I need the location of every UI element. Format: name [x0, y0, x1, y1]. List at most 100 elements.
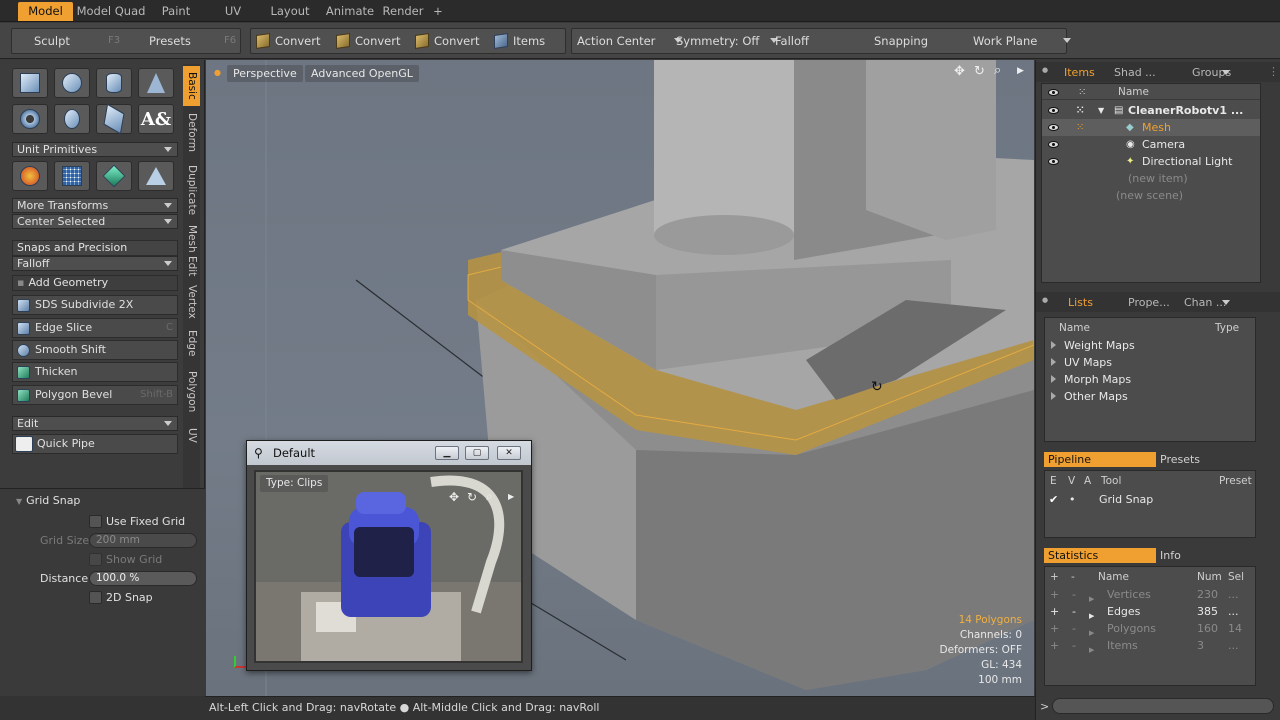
clip-more-icon[interactable]: ▶: [508, 492, 514, 501]
add-tab-button[interactable]: +: [430, 2, 446, 21]
pan-icon[interactable]: ✥: [954, 64, 965, 79]
vtab-polygon[interactable]: Polygon: [183, 364, 200, 420]
stats-row-items[interactable]: + - ▶ Items 3 ...: [1045, 637, 1255, 654]
distance-field[interactable]: 100.0 %: [89, 571, 197, 586]
new-scene-row[interactable]: (new scene): [1116, 187, 1183, 204]
falloff-dropdown[interactable]: Falloff: [12, 256, 178, 271]
pipeline-tool-grid-snap[interactable]: Grid Snap: [1099, 491, 1153, 508]
maximize-button[interactable]: ▢: [465, 446, 489, 460]
reference-clip-window[interactable]: ⚲ Default ▁ ▢ ✕ Type: Clips ✥ ↻ ⌕ ▶: [246, 440, 532, 671]
snaps-precision-header[interactable]: Snaps and Precision: [12, 240, 178, 256]
vtab-vertex[interactable]: Vertex: [183, 282, 200, 322]
viewport-more-icon[interactable]: ▶: [1017, 66, 1024, 76]
close-button[interactable]: ✕: [497, 446, 521, 460]
vtab-duplicate[interactable]: Duplicate: [183, 160, 200, 220]
torus-primitive-button[interactable]: [12, 104, 48, 134]
vtab-edge[interactable]: Edge: [183, 326, 200, 360]
tab-items[interactable]: Items: [1056, 64, 1103, 81]
tab-statistics[interactable]: Statistics: [1044, 548, 1156, 563]
vtab-basic[interactable]: Basic: [183, 66, 200, 106]
2d-snap-checkbox[interactable]: [89, 591, 102, 604]
tab-groups[interactable]: Groups: [1184, 64, 1239, 81]
show-grid-checkbox[interactable]: [89, 553, 102, 566]
pipeline-visible-dot[interactable]: •: [1069, 491, 1076, 508]
uv-maps-row[interactable]: UV Maps: [1051, 354, 1112, 371]
tab-shader-tree[interactable]: Shad ...: [1106, 64, 1164, 81]
capsule-primitive-button[interactable]: [54, 104, 90, 134]
tab-uv[interactable]: UV: [212, 2, 254, 21]
clip-rotate-icon[interactable]: ↻: [467, 490, 477, 504]
zoom-icon[interactable]: ⌕: [994, 63, 1001, 78]
convert-button-2[interactable]: Convert: [336, 28, 400, 54]
vtab-uv[interactable]: UV: [183, 422, 200, 448]
tab-render[interactable]: Render: [380, 2, 426, 21]
edit-dropdown[interactable]: Edit: [12, 416, 178, 431]
use-fixed-grid-checkbox[interactable]: [89, 515, 102, 528]
tab-animate[interactable]: Animate: [322, 2, 378, 21]
tab-paint[interactable]: Paint: [152, 2, 200, 21]
scene-row[interactable]: ⁙ ▼ ▤ CleanerRobotv1 ...: [1042, 102, 1260, 119]
edge-slice-button[interactable]: Edge Slice C: [12, 318, 178, 338]
tab-layout[interactable]: Layout: [262, 2, 318, 21]
tab-dropdown-icon[interactable]: [1222, 67, 1230, 80]
tab-dropdown-icon[interactable]: [1222, 297, 1230, 310]
snapping-button[interactable]: Snapping: [874, 28, 928, 54]
sds-subdivide-button[interactable]: SDS Subdivide 2X: [12, 295, 178, 315]
command-input[interactable]: [1052, 698, 1274, 714]
polygon-bevel-button[interactable]: Polygon Bevel Shift-B: [12, 385, 178, 405]
add-geometry-header[interactable]: ▪ Add Geometry: [12, 275, 178, 291]
perspective-dropdown[interactable]: Perspective: [227, 65, 303, 82]
grid-button[interactable]: [54, 161, 90, 191]
tab-model[interactable]: Model: [18, 2, 73, 21]
sculpt-button[interactable]: Sculpt: [34, 28, 70, 54]
convert-button-3[interactable]: Convert: [415, 28, 479, 54]
clip-type-label[interactable]: Type: Clips: [260, 475, 329, 492]
tab-presets[interactable]: Presets: [1156, 452, 1256, 467]
vtab-mesh-edit[interactable]: Mesh Edit: [183, 222, 200, 280]
light-row[interactable]: ✦ Directional Light: [1042, 153, 1260, 170]
expand-arrow-icon[interactable]: ▼: [1098, 102, 1104, 119]
other-maps-row[interactable]: Other Maps: [1051, 388, 1128, 405]
weight-maps-row[interactable]: Weight Maps: [1051, 337, 1135, 354]
tab-pipeline[interactable]: Pipeline: [1044, 452, 1156, 467]
falloff-button[interactable]: Falloff: [775, 28, 809, 54]
panel-menu-icon[interactable]: ●: [1042, 296, 1048, 304]
items-button[interactable]: Items: [494, 28, 545, 54]
gem-button[interactable]: [96, 161, 132, 191]
unit-primitives-dropdown[interactable]: Unit Primitives: [12, 142, 178, 157]
panel-menu-icon[interactable]: ●: [1042, 66, 1048, 74]
thicken-button[interactable]: Thicken: [12, 362, 178, 382]
viewport-menu-icon[interactable]: ●: [214, 68, 221, 77]
pipeline-enabled-check[interactable]: ✔: [1049, 491, 1058, 508]
stats-row-polygons[interactable]: + - ▶ Polygons 160 14: [1045, 620, 1255, 637]
cylinder-primitive-button[interactable]: [96, 68, 132, 98]
tab-info[interactable]: Info: [1156, 548, 1256, 563]
clip-pan-icon[interactable]: ✥: [449, 490, 459, 504]
renderer-dropdown[interactable]: Advanced OpenGL: [305, 65, 419, 82]
symmetry-dropdown[interactable]: Symmetry: Off: [676, 28, 779, 54]
morph-maps-row[interactable]: Morph Maps: [1051, 371, 1131, 388]
minimize-button[interactable]: ▁: [435, 446, 459, 460]
text-primitive-button[interactable]: A&: [138, 104, 174, 134]
cube-primitive-button[interactable]: [12, 68, 48, 98]
stats-row-vertices[interactable]: + - ▶ Vertices 230 ...: [1045, 586, 1255, 603]
presets-button[interactable]: Presets: [149, 28, 191, 54]
camera-row[interactable]: ◉ Camera: [1042, 136, 1260, 153]
stats-row-edges[interactable]: + - ▶ Edges 385 ...: [1045, 603, 1255, 620]
pen-primitive-button[interactable]: [96, 103, 132, 135]
work-plane-dropdown[interactable]: Work Plane: [973, 28, 1071, 54]
center-selected-dropdown[interactable]: Center Selected: [12, 214, 178, 229]
vtab-deform[interactable]: Deform: [183, 108, 200, 158]
new-item-row[interactable]: (new item): [1128, 170, 1188, 187]
tab-lists[interactable]: Lists: [1060, 294, 1101, 311]
cone-primitive-button[interactable]: [138, 68, 174, 98]
convert-button-1[interactable]: Convert: [256, 28, 320, 54]
rotate-icon[interactable]: ↻: [974, 64, 985, 79]
sphere-primitive-button[interactable]: [54, 68, 90, 98]
grid-size-field[interactable]: 200 mm: [89, 533, 197, 548]
smooth-shift-button[interactable]: Smooth Shift: [12, 340, 178, 360]
mesh-row[interactable]: ⁙ ◆ Mesh: [1042, 119, 1260, 136]
tab-properties[interactable]: Prope...: [1120, 294, 1178, 311]
quick-pipe-button[interactable]: Quick Pipe: [12, 434, 178, 454]
grid-snap-title[interactable]: ▼ Grid Snap: [16, 494, 80, 507]
